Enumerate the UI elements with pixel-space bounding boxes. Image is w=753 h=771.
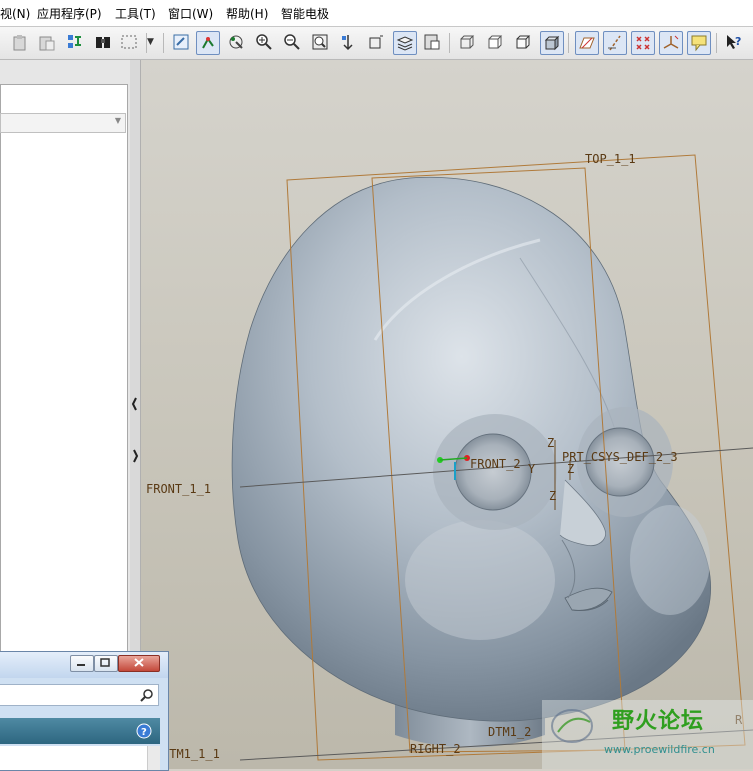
wireframe-icon[interactable] (456, 31, 478, 53)
scrollbar[interactable] (147, 746, 160, 770)
watermark-title: 野火论坛 (612, 709, 705, 734)
datum-label-top[interactable]: TOP_1_1 (585, 152, 636, 166)
close-button[interactable] (118, 655, 160, 672)
spin-center-icon[interactable] (196, 31, 220, 55)
watermark-url: www.proewildfire.cn (604, 743, 715, 756)
svg-text:?: ? (141, 727, 147, 738)
saved-views-icon[interactable] (365, 31, 387, 53)
context-help-icon[interactable]: ? (723, 31, 745, 53)
chevron-down-icon[interactable]: ▼ (147, 37, 154, 47)
axis-label-z1: Z (547, 436, 554, 450)
select-box-icon[interactable] (118, 31, 140, 53)
csys-icon[interactable] (659, 31, 683, 55)
chevron-down-icon: ▼ (114, 116, 121, 125)
menu-tools[interactable]: 工具(T) (115, 5, 156, 22)
eye-hole-left (454, 433, 532, 511)
minimize-button[interactable] (70, 655, 94, 672)
zoom-in-icon[interactable] (253, 31, 275, 53)
find-icon[interactable] (92, 31, 114, 53)
regenerate-icon[interactable] (64, 31, 86, 53)
no-hidden-icon[interactable] (512, 31, 534, 53)
datum-axes-icon[interactable] (603, 31, 627, 55)
shading-icon[interactable] (540, 31, 564, 55)
search-input[interactable] (0, 684, 159, 706)
datum-label-dtm2[interactable]: DTM1_2 (488, 725, 531, 739)
zoom-out-icon[interactable] (281, 31, 303, 53)
window-title-bar[interactable] (0, 652, 168, 678)
repaint-icon[interactable] (170, 31, 192, 53)
help-icon[interactable]: ? (136, 723, 152, 739)
menu-window[interactable]: 窗口(W) (168, 5, 213, 22)
datum-planes-icon[interactable] (575, 31, 599, 55)
reorient-icon[interactable] (337, 31, 359, 53)
datum-label-front[interactable]: FRONT_1_1 (146, 482, 211, 496)
datum-label-dtm1[interactable]: DTM1_1_1 (162, 747, 220, 761)
menu-view[interactable]: 视(N) (0, 5, 30, 22)
axis-label-z3: Z (549, 489, 556, 503)
main-toolbar: ▼ ? (0, 27, 753, 60)
datum-label-csys[interactable]: PRT_CSYS_DEF_2_3 (562, 450, 678, 464)
graphics-viewport[interactable]: TOP_1_1 FRONT_1_1 FRONT_2 PRT_CSYS_DEF_2… (141, 60, 753, 769)
axis-label-z2: Z (567, 462, 574, 476)
annotations-icon[interactable] (687, 31, 711, 55)
overlay-window: ? (0, 651, 169, 771)
paste-special-icon[interactable] (36, 31, 58, 53)
menu-help[interactable]: 帮助(H) (226, 5, 268, 22)
datum-points-icon[interactable] (631, 31, 655, 55)
layers-icon[interactable] (393, 31, 417, 55)
menu-bar: 视(N) 应用程序(P) 工具(T) 窗口(W) 帮助(H) 智能电极 (0, 0, 753, 27)
datum-label-right2[interactable]: RIGHT_2 (410, 742, 461, 756)
paste-icon[interactable] (9, 31, 31, 53)
refit-icon[interactable] (309, 31, 331, 53)
menu-applications[interactable]: 应用程序(P) (37, 5, 102, 22)
model-tree[interactable] (0, 84, 128, 712)
hidden-line-icon[interactable] (484, 31, 506, 53)
maximize-button[interactable] (94, 655, 118, 672)
axis-label-y: Y (528, 462, 536, 476)
view-manager-icon[interactable] (421, 31, 443, 53)
search-icon (140, 689, 153, 702)
tree-filter-dropdown[interactable]: ▼ (0, 113, 126, 133)
svg-text:?: ? (735, 35, 741, 48)
orient-icon[interactable] (225, 31, 247, 53)
window-command-bar: ? (0, 718, 160, 744)
datum-label-front2[interactable]: FRONT_2 (470, 457, 521, 471)
menu-smart-electrode[interactable]: 智能电极 (281, 5, 329, 22)
window-content (0, 746, 160, 770)
